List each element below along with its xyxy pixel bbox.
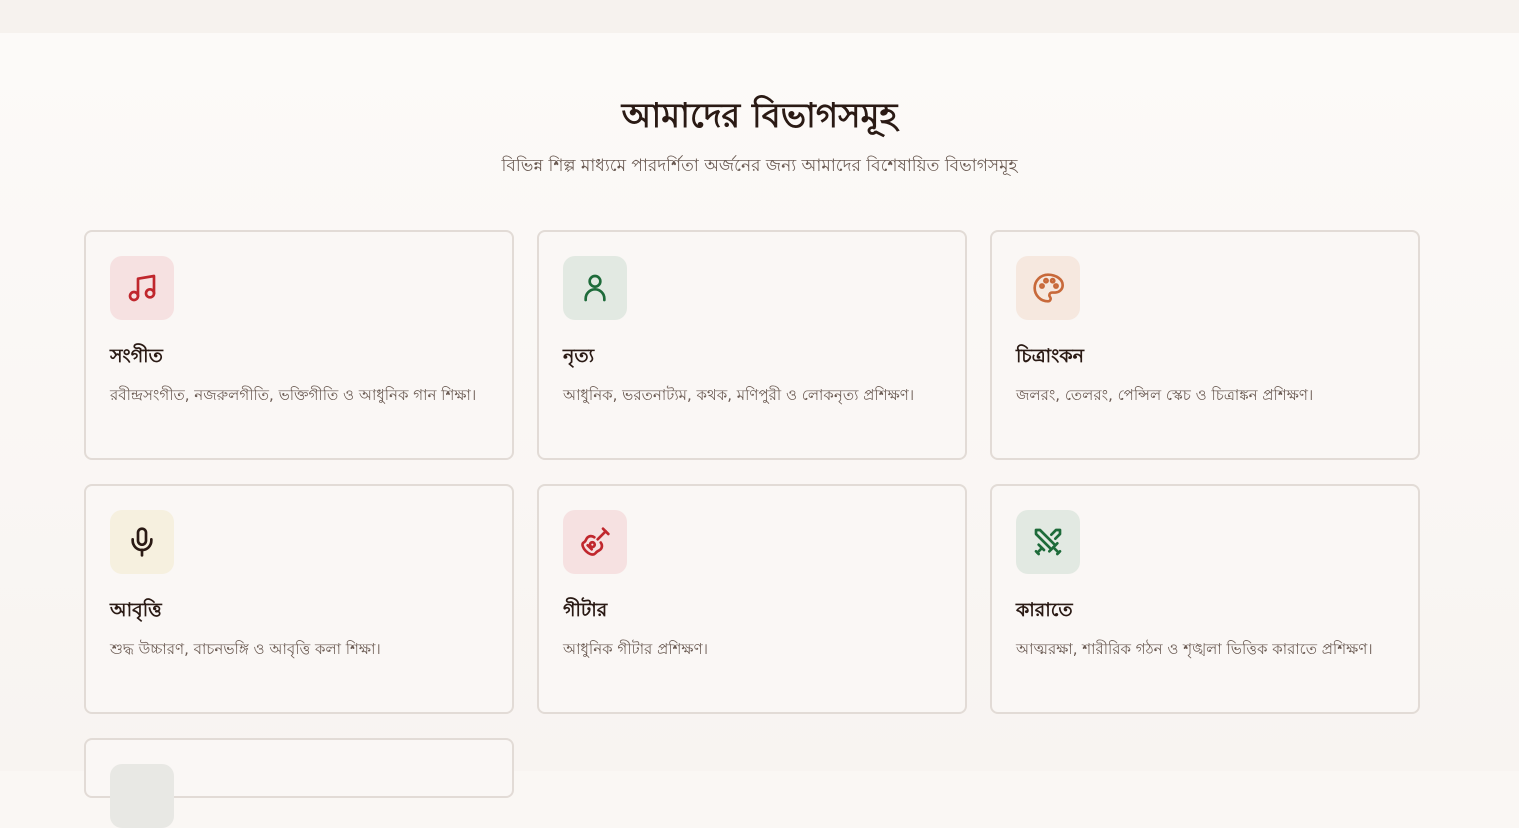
card-title: কারাতে xyxy=(1016,599,1073,621)
icon-box xyxy=(1016,510,1080,574)
icon-box xyxy=(563,510,627,574)
card-title: চিত্রাংকন xyxy=(1016,345,1084,367)
departments-grid: সংগীত রবীন্দ্রসংগীত, নজরুলগীতি, ভক্তিগীত… xyxy=(84,230,1420,828)
top-bar xyxy=(0,0,1519,33)
icon-box xyxy=(563,256,627,320)
department-card-guitar[interactable]: গীটার আধুনিক গীটার প্রশিক্ষণ। xyxy=(537,484,967,714)
card-description: রবীন্দ্রসংগীত, নজরুলগীতি, ভক্তিগীতি ও আধ… xyxy=(110,386,477,404)
icon-box xyxy=(1016,256,1080,320)
icon-box xyxy=(110,510,174,574)
palette-icon xyxy=(1033,273,1064,303)
card-description: জলরং, তেলরং, পেন্সিল স্কেচ ও চিত্রাঙ্কন … xyxy=(1016,386,1314,404)
card-description: আধুনিক, ভরতনাট্যম, কথক, মণিপুরী ও লোকনৃত… xyxy=(563,386,915,404)
department-card-music[interactable]: সংগীত রবীন্দ্রসংগীত, নজরুলগীতি, ভক্তিগীত… xyxy=(84,230,514,460)
department-card-dance[interactable]: নৃত্য আধুনিক, ভরতনাট্যম, কথক, মণিপুরী ও … xyxy=(537,230,967,460)
card-description: শুদ্ধ উচ্চারণ, বাচনভঙ্গি ও আবৃত্তি কলা শ… xyxy=(110,640,381,658)
department-card-partial[interactable] xyxy=(84,738,514,828)
card-title: নৃত্য xyxy=(563,345,595,367)
department-card-painting[interactable]: চিত্রাংকন জলরং, তেলরং, পেন্সিল স্কেচ ও চ… xyxy=(990,230,1420,460)
card-title: সংগীত xyxy=(110,345,163,367)
card-title: আবৃত্তি xyxy=(110,599,162,621)
department-card-recitation[interactable]: আবৃত্তি শুদ্ধ উচ্চারণ, বাচনভঙ্গি ও আবৃত্… xyxy=(84,484,514,714)
card-description: আধুনিক গীটার প্রশিক্ষণ। xyxy=(563,640,709,658)
guitar-icon xyxy=(581,527,610,556)
music-note-icon xyxy=(128,274,156,302)
microphone-icon xyxy=(131,527,153,557)
icon-box xyxy=(110,764,174,828)
person-icon xyxy=(584,274,606,302)
section-subtitle: বিভিন্ন শিল্প মাধ্যমে পারদর্শিতা অর্জনের… xyxy=(501,156,1018,176)
section-title: আমাদের বিভাগসমূহ xyxy=(621,96,898,136)
department-card-karate[interactable]: কারাতে আত্মরক্ষা, শারীরিক গঠন ও শৃঙ্খলা … xyxy=(990,484,1420,714)
icon-box xyxy=(110,256,174,320)
crossed-swords-icon xyxy=(1034,528,1062,556)
card-title: গীটার xyxy=(563,599,608,621)
card-description: আত্মরক্ষা, শারীরিক গঠন ও শৃঙ্খলা ভিত্তিক… xyxy=(1016,640,1373,658)
